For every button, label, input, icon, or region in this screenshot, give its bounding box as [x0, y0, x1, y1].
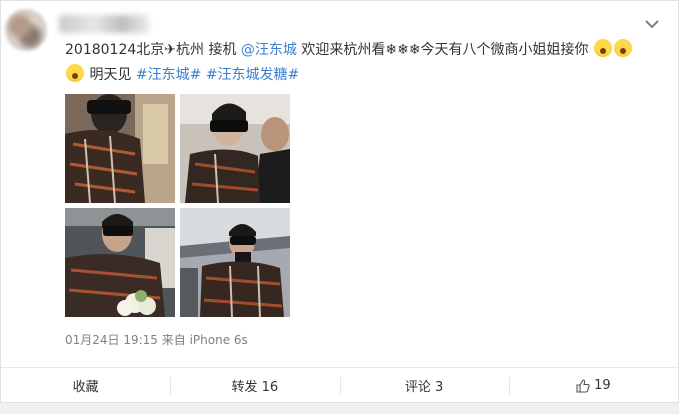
like-button[interactable]: 19 [508, 368, 678, 403]
repost-button[interactable]: 转发 16 [170, 368, 339, 403]
like-count: 19 [594, 378, 611, 393]
post-meta: 01月24日 19:15 来自 iPhone 6s [65, 333, 248, 347]
weibo-post-card: 20180124北京✈杭州 接机 @汪东城 欢迎来杭州看❄❄❄今天有八个微商小姐… [0, 0, 679, 403]
photo-thumbnail-1[interactable] [65, 94, 175, 203]
thumbs-up-icon [576, 378, 590, 393]
photo-grid [65, 94, 291, 318]
photo-thumbnail-3[interactable] [65, 208, 175, 317]
post-text-start: 20180124北京✈杭州 接机 [65, 42, 237, 58]
mention-link[interactable]: @汪东城 [241, 42, 297, 58]
photo-thumbnail-2[interactable] [180, 94, 290, 203]
post-text-line2: 明天见 #汪东城# #汪东城发糖# [65, 64, 299, 85]
shocked-emoji-icon [614, 39, 632, 57]
post-text-line1: 20180124北京✈杭州 接机 @汪东城 欢迎来杭州看❄❄❄今天有八个微商小姐… [65, 39, 633, 60]
post-text-tail: 明天见 [89, 67, 132, 83]
comment-label: 评论 3 [404, 380, 444, 395]
shocked-emoji-icon [66, 64, 84, 82]
photo-thumbnail-4[interactable] [180, 208, 290, 317]
comment-button[interactable]: 评论 3 [339, 368, 509, 403]
username-redacted [59, 15, 149, 33]
repost-label: 转发 16 [231, 380, 279, 395]
post-text-rest: 欢迎来杭州看❄❄❄今天有八个微商小姐姐接你 [296, 42, 589, 58]
shocked-emoji-icon [594, 39, 612, 57]
chevron-down-icon[interactable] [644, 17, 660, 31]
favorite-button[interactable]: 收藏 [1, 368, 170, 403]
hashtag-link[interactable]: #汪东城发糖# [206, 67, 299, 83]
action-bar: 收藏 转发 16 评论 3 19 [1, 367, 678, 403]
favorite-label: 收藏 [72, 380, 99, 395]
avatar[interactable] [5, 9, 47, 51]
hashtag-link[interactable]: #汪东城# [136, 67, 201, 83]
